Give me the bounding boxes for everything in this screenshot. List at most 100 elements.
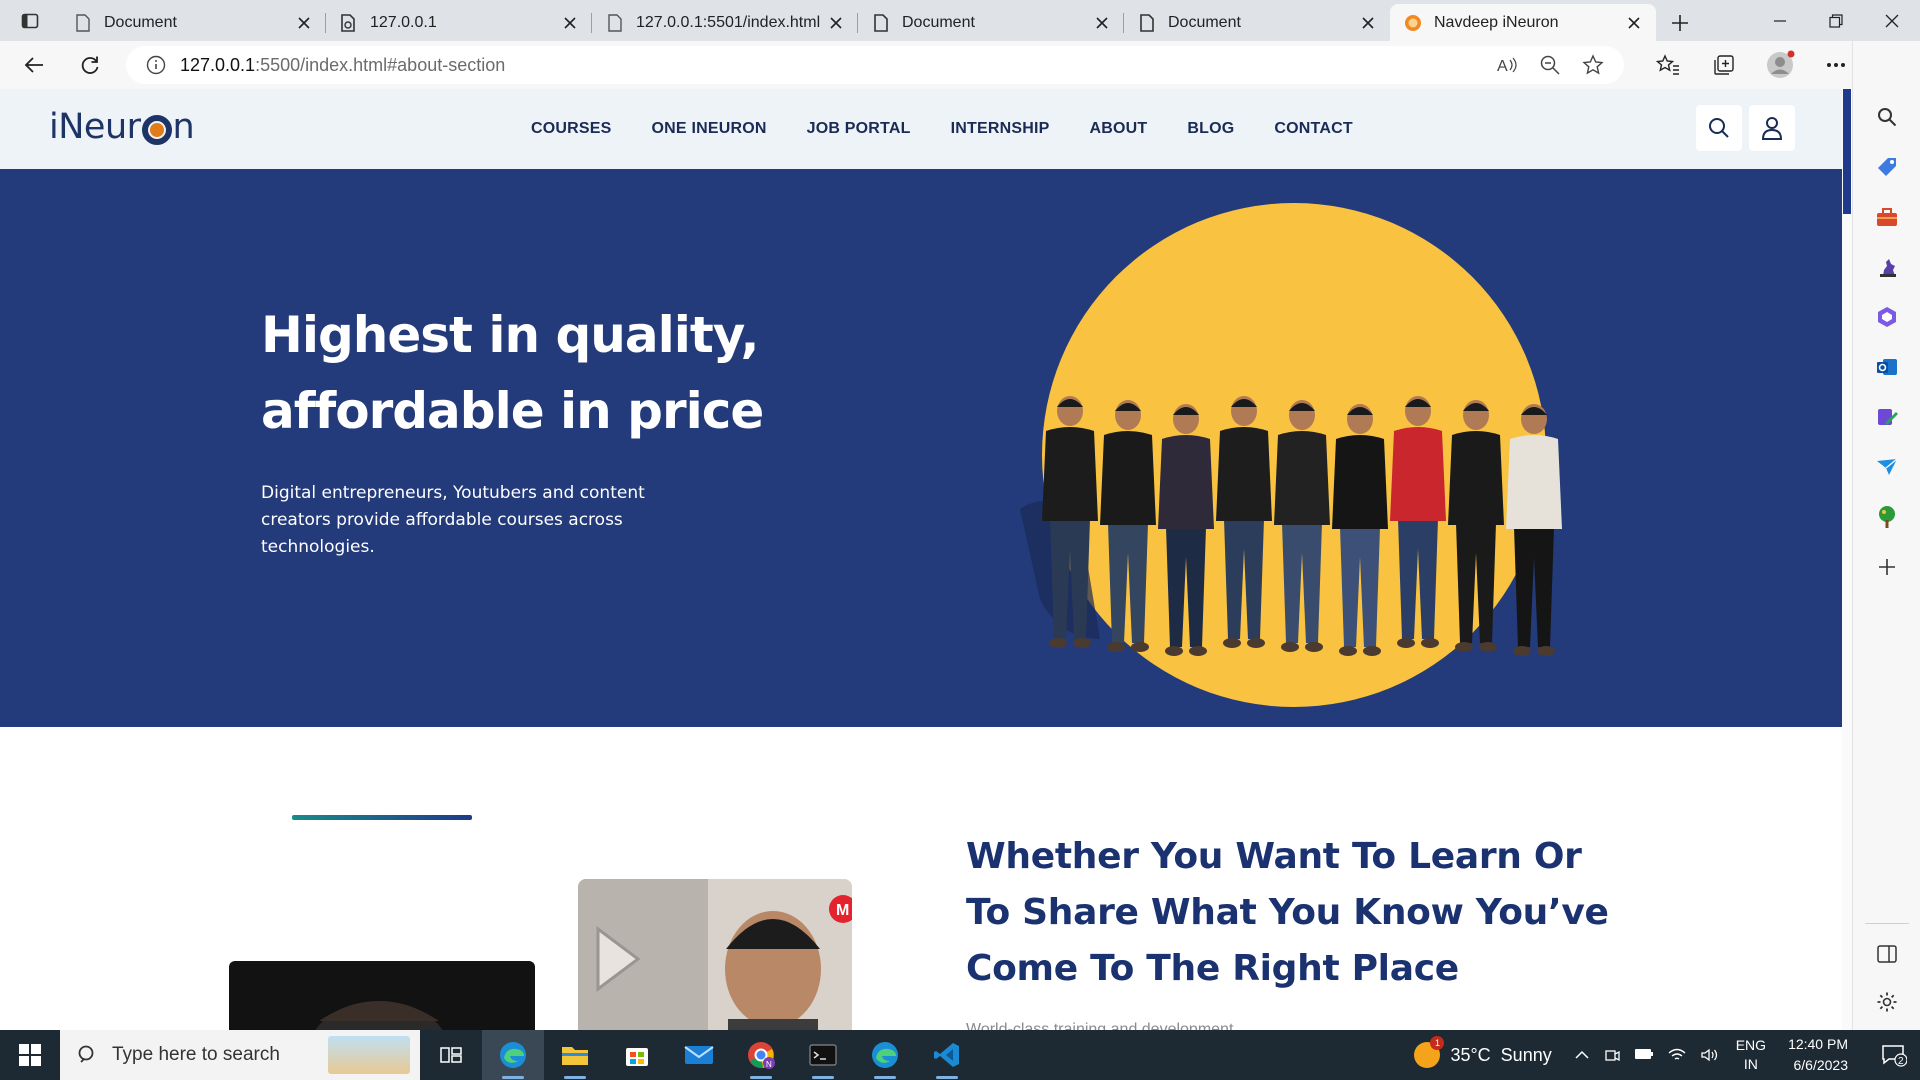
site-account-button[interactable]: [1749, 105, 1795, 151]
browser-tab[interactable]: 127.0.0.1: [326, 4, 592, 41]
tab-actions-icon: [21, 13, 39, 28]
nav-internship[interactable]: INTERNSHIP: [951, 120, 1050, 138]
ineuron-favicon: [1404, 14, 1422, 32]
weather-badge: 1: [1430, 1036, 1445, 1050]
sidebar-add-button[interactable]: [1873, 553, 1901, 581]
sidebar-shopping-button[interactable]: [1873, 153, 1901, 181]
about-section-subtitle: World-class training and development: [966, 1021, 1234, 1030]
task-view-button[interactable]: [420, 1030, 482, 1080]
site-search-button[interactable]: [1696, 105, 1742, 151]
close-tab-icon[interactable]: [1092, 13, 1112, 33]
nav-one-ineuron[interactable]: ONE INEURON: [652, 120, 767, 138]
refresh-icon: [81, 56, 99, 74]
video-thumbnail-image: M: [578, 879, 852, 1030]
page-scrollbar[interactable]: [1842, 89, 1852, 1030]
input-language[interactable]: ENG IN: [1736, 1036, 1766, 1074]
sidebar-microsoft365-button[interactable]: [1873, 303, 1901, 331]
page-icon: [74, 13, 92, 32]
mail-icon: [684, 1046, 714, 1064]
notification-center-button[interactable]: 2: [1874, 1030, 1914, 1080]
url-text[interactable]: 127.0.0.1:5500/index.html#about-section: [180, 55, 505, 76]
taskbar-edge[interactable]: [482, 1030, 544, 1080]
url-host: 127.0.0.1: [180, 54, 256, 75]
close-tab-icon[interactable]: [294, 13, 314, 33]
logo-text-end: n: [172, 107, 195, 147]
nav-courses[interactable]: COURSES: [531, 120, 612, 138]
close-tab-icon[interactable]: [560, 13, 580, 33]
tab-title: 127.0.0.1:5501/index.html: [636, 13, 821, 31]
profile-button[interactable]: [1752, 41, 1808, 89]
window-controls: [1752, 0, 1920, 41]
browser-tab[interactable]: Document: [1124, 4, 1390, 41]
collections-button[interactable]: [1696, 41, 1752, 89]
sidebar-tree-button[interactable]: [1873, 503, 1901, 531]
close-tab-icon[interactable]: [1358, 13, 1378, 33]
sidebar-games-button[interactable]: [1873, 253, 1901, 281]
sidebar-designer-button[interactable]: [1873, 403, 1901, 431]
browser-tab-active[interactable]: Navdeep iNeuron: [1390, 4, 1656, 41]
tab-title: 127.0.0.1: [370, 13, 437, 31]
start-button[interactable]: [0, 1030, 60, 1080]
favorite-star-icon[interactable]: [1582, 54, 1604, 76]
taskbar-chrome[interactable]: N: [730, 1030, 792, 1080]
close-tab-icon[interactable]: [1624, 13, 1644, 33]
tag-icon: [1878, 158, 1896, 176]
sidebar-settings-button[interactable]: [1873, 988, 1901, 1016]
hero-title-line2: affordable in price: [261, 382, 764, 440]
back-button[interactable]: [12, 45, 56, 85]
nav-about[interactable]: ABOUT: [1089, 120, 1147, 138]
sidebar-send-button[interactable]: [1873, 453, 1901, 481]
close-tab-icon[interactable]: [826, 13, 846, 33]
battery-icon[interactable]: [1634, 1047, 1654, 1061]
nav-contact[interactable]: CONTACT: [1274, 120, 1352, 138]
taskbar-terminal[interactable]: [792, 1030, 854, 1080]
meet-now-icon[interactable]: [1604, 1047, 1620, 1063]
weather-widget[interactable]: 1 35°C Sunny: [1414, 1036, 1552, 1068]
taskbar-search-box[interactable]: Type here to search: [60, 1030, 420, 1080]
new-tab-button[interactable]: [1656, 4, 1704, 41]
taskbar-edge-2[interactable]: [854, 1030, 916, 1080]
vscode-icon: [934, 1043, 959, 1067]
taskbar-microsoft-store[interactable]: [606, 1030, 668, 1080]
notification-count: 2: [1898, 1056, 1904, 1067]
plus-icon: [1879, 559, 1895, 575]
office-icon: [1878, 307, 1896, 327]
logo-text-start: iNeur: [49, 107, 141, 147]
sidebar-tools-button[interactable]: [1873, 203, 1901, 231]
clock-time: 12:40 PM: [1788, 1036, 1848, 1052]
address-bar[interactable]: 127.0.0.1:5500/index.html#about-section …: [126, 46, 1624, 84]
nav-blog[interactable]: BLOG: [1187, 120, 1234, 138]
more-dots-icon: [1827, 63, 1845, 67]
minimize-button[interactable]: [1752, 0, 1808, 41]
instructor-video-thumbnail[interactable]: M: [578, 879, 852, 1030]
task-view-icon: [440, 1047, 462, 1063]
team-member-figure: [1390, 396, 1446, 648]
wifi-icon[interactable]: [1668, 1047, 1686, 1063]
browser-tab[interactable]: Document: [60, 4, 326, 41]
read-aloud-icon[interactable]: A: [1496, 55, 1518, 75]
clock-date: 6/6/2023: [1793, 1057, 1849, 1073]
clock[interactable]: 12:40 PM 6/6/2023: [1788, 1034, 1848, 1076]
browser-tab[interactable]: 127.0.0.1:5501/index.html: [592, 4, 858, 41]
ineuron-logo[interactable]: iNeur n: [49, 107, 195, 147]
gear-icon: [1877, 992, 1897, 1012]
tab-actions-menu[interactable]: [0, 0, 60, 41]
chevron-up-icon[interactable]: [1574, 1047, 1590, 1063]
refresh-button[interactable]: [68, 45, 112, 85]
site-info-icon[interactable]: [146, 55, 166, 75]
restore-button[interactable]: [1808, 0, 1864, 41]
sidebar-outlook-button[interactable]: [1873, 353, 1901, 381]
taskbar-mail[interactable]: [668, 1030, 730, 1080]
zoom-out-icon[interactable]: [1540, 55, 1560, 75]
favorites-button[interactable]: [1640, 41, 1696, 89]
browser-tab[interactable]: Document: [858, 4, 1124, 41]
close-window-button[interactable]: [1864, 0, 1920, 41]
nav-job-portal[interactable]: JOB PORTAL: [807, 120, 911, 138]
page-scrollbar-thumb[interactable]: [1843, 89, 1851, 214]
volume-icon[interactable]: [1700, 1047, 1720, 1063]
taskbar-vscode[interactable]: [916, 1030, 978, 1080]
taskbar-file-explorer[interactable]: [544, 1030, 606, 1080]
page-icon: [872, 13, 890, 32]
sidebar-search-button[interactable]: [1873, 103, 1901, 131]
sidebar-hide-button[interactable]: [1873, 940, 1901, 968]
